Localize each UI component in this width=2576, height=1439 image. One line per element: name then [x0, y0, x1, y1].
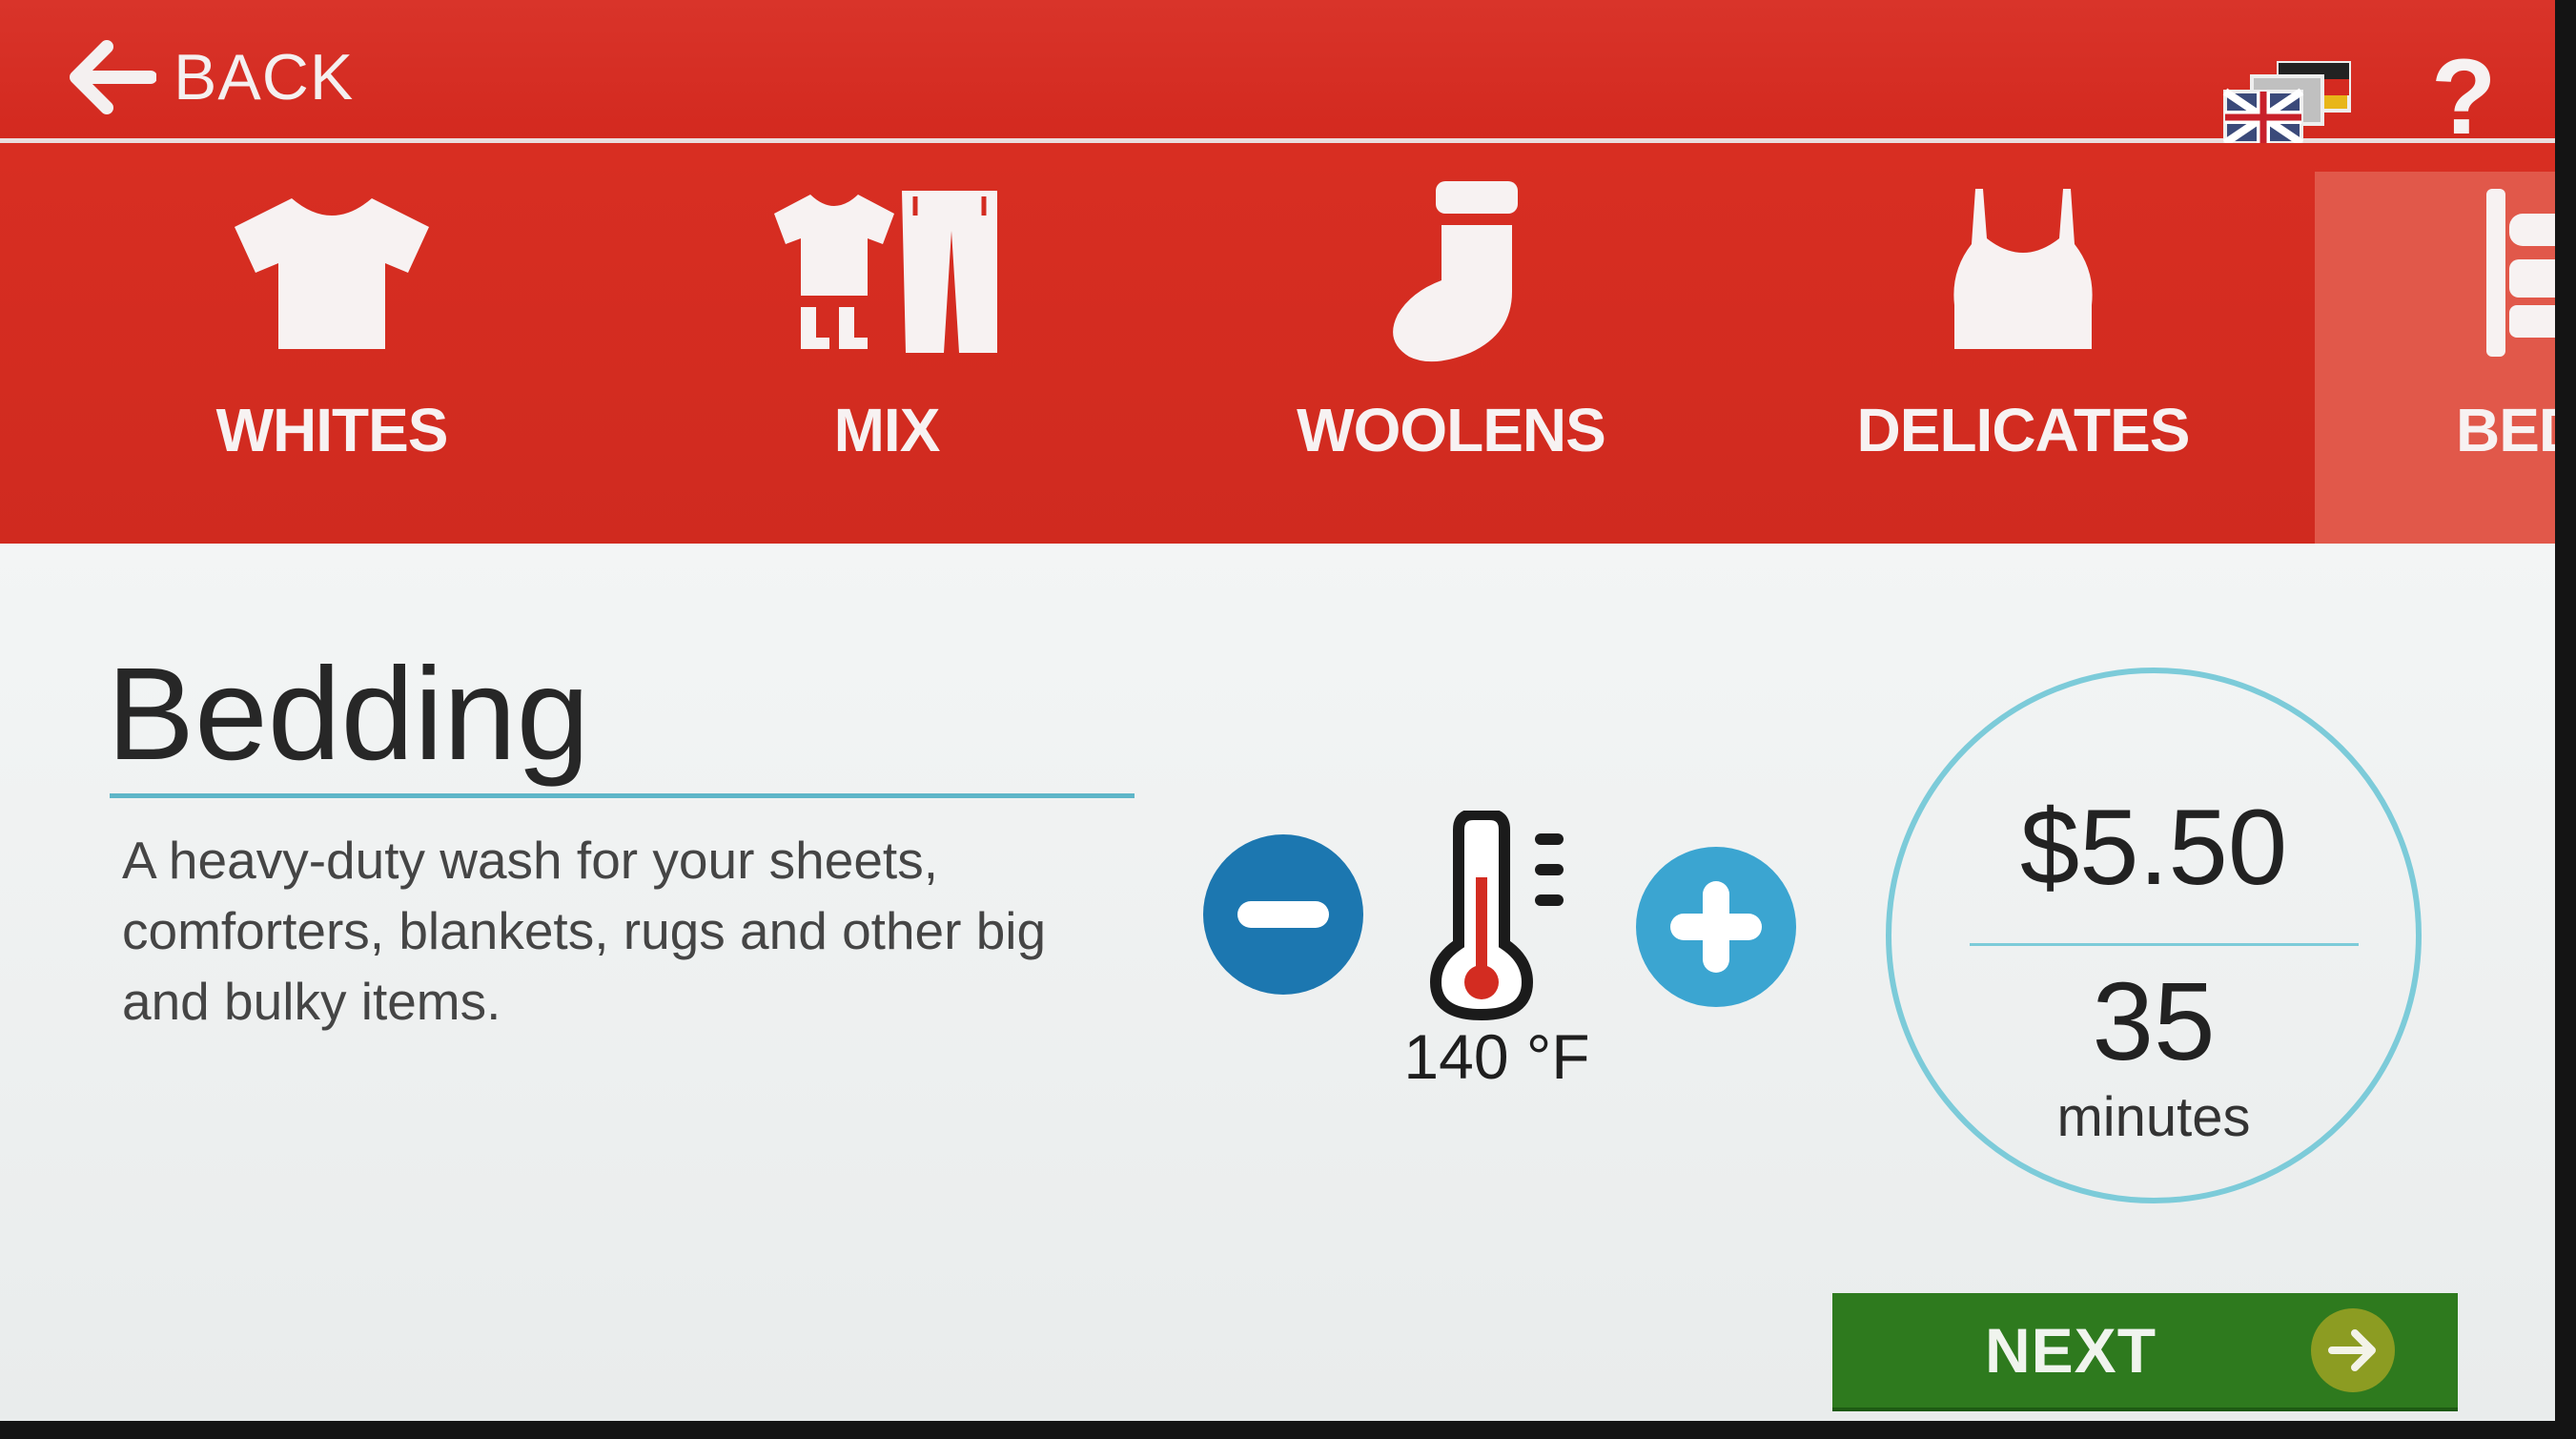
tshirt-icon	[235, 198, 429, 349]
category-label: WHITES	[215, 396, 449, 464]
next-label: NEXT	[1985, 1315, 2157, 1386]
category-delicates[interactable]: DELICATES	[1823, 181, 2223, 563]
bed-icon	[2486, 189, 2555, 357]
back-arrow-icon	[70, 40, 156, 114]
program-title: Bedding	[107, 641, 590, 788]
increase-temperature-button[interactable]	[1636, 847, 1796, 1007]
arrow-right-icon	[2311, 1308, 2395, 1392]
price-duration-badge: $5.50 35 minutes	[1886, 668, 2422, 1203]
thermometer-icon	[1429, 811, 1564, 1020]
category-woolens[interactable]: WOOLENS	[1251, 181, 1651, 563]
duration-value: 35	[2092, 959, 2216, 1083]
language-flags-icon[interactable]	[2221, 59, 2357, 147]
back-label: BACK	[174, 41, 355, 113]
category-bedding[interactable]: BED	[2315, 172, 2555, 572]
category-label: BED	[2456, 396, 2555, 464]
category-mix[interactable]: MIX	[686, 181, 1087, 563]
price-value: $5.50	[2019, 788, 2288, 907]
program-panel: Bedding A heavy-duty wash for your sheet…	[0, 544, 2555, 1421]
duration-unit: minutes	[2056, 1086, 2251, 1148]
camisole-icon	[1953, 189, 2093, 349]
category-label: DELICATES	[1856, 396, 2191, 464]
price-divider	[1970, 943, 2359, 946]
decrease-temperature-button[interactable]	[1203, 834, 1363, 995]
mixed-clothes-icon	[774, 191, 997, 353]
title-divider	[110, 793, 1135, 798]
next-button[interactable]: NEXT	[1832, 1293, 2458, 1408]
program-description: A heavy-duty wash for your sheets, comfo…	[122, 831, 1047, 1031]
category-bar: WHITES MIX WOOLENS DELICATES BE	[0, 143, 2555, 572]
back-button[interactable]: BACK	[69, 34, 354, 120]
kiosk-screen: BACK ? WHITES MIX WOOLENS DELICATES BE B…	[0, 0, 2555, 1421]
category-label: WOOLENS	[1297, 396, 1606, 464]
temperature-value: 140 °F	[1403, 1021, 1590, 1092]
top-bar: BACK ?	[0, 0, 2555, 151]
category-label: MIX	[833, 396, 941, 464]
sock-icon	[1393, 181, 1518, 362]
category-whites[interactable]: WHITES	[132, 181, 532, 563]
help-button[interactable]: ?	[2431, 44, 2496, 151]
